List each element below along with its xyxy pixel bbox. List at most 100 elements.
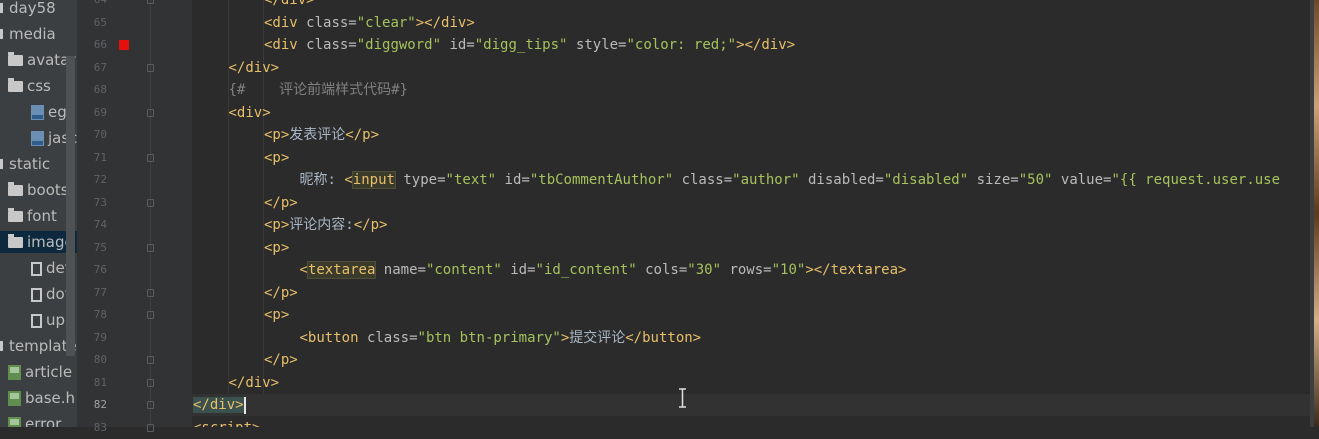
tree-item-media[interactable]: media xyxy=(0,23,56,45)
code-line[interactable]: </p> xyxy=(192,349,1310,371)
code-line[interactable]: <div class="diggword" id="digg_tips" sty… xyxy=(192,34,1310,56)
code-line[interactable]: </p> xyxy=(192,282,1310,304)
code-line[interactable]: <p> xyxy=(192,147,1310,169)
tree-item-css[interactable]: css xyxy=(0,75,51,97)
fold-marker-icon[interactable] xyxy=(147,0,154,4)
tree-scrollbar[interactable] xyxy=(66,56,75,356)
code-token: id= xyxy=(504,172,530,188)
line-number: 65 xyxy=(93,15,107,29)
code-token: <p> xyxy=(264,127,290,143)
code-token: </p> xyxy=(264,284,298,301)
code-line[interactable]: <p>评论内容:</p> xyxy=(192,214,1310,236)
code-line[interactable]: <div class="clear"></div> xyxy=(192,12,1310,34)
fold-marker-icon[interactable] xyxy=(147,356,154,364)
tree-item-error[interactable]: error. xyxy=(0,413,65,427)
code-token: <div xyxy=(264,14,307,31)
text-cursor-icon xyxy=(679,388,686,408)
code-line[interactable]: </div> xyxy=(192,372,1310,394)
tree-item-font[interactable]: font xyxy=(0,205,57,227)
line-number: 81 xyxy=(93,375,107,389)
code-token: "text" xyxy=(445,172,505,188)
tree-item-day58[interactable]: day58 xyxy=(0,0,56,19)
line-number: 73 xyxy=(93,195,107,209)
folder-bar-icon xyxy=(0,29,3,39)
fold-marker-icon[interactable] xyxy=(147,423,154,432)
tree-item-dov[interactable]: dov xyxy=(0,283,74,305)
editor-gutter: 64 65 66 67 68 69 70 71 72 73 74 75 76 77 78 79 80 81 82 83 xyxy=(77,0,192,434)
code-line[interactable]: 昵称: <input type="text" id="tbCommentAuth… xyxy=(192,169,1310,191)
code-token: </div> xyxy=(228,374,280,391)
tree-item-label: static xyxy=(9,155,51,173)
code-token: name= xyxy=(375,262,426,278)
code-token: "btn btn-primary" xyxy=(417,329,561,346)
fold-marker-icon[interactable] xyxy=(147,288,154,297)
code-token: "content" xyxy=(425,262,511,278)
code-token: class= xyxy=(366,329,418,346)
code-token: <script> xyxy=(193,420,260,428)
code-token: <div> xyxy=(228,104,271,121)
code-token: "10" xyxy=(771,262,806,278)
code-token: </div> xyxy=(193,397,244,413)
code-line[interactable]: </div> xyxy=(192,394,1310,416)
code-line[interactable]: {# 评论前端样式代码#} xyxy=(192,79,1310,101)
code-line[interactable]: <script> xyxy=(192,417,1310,428)
fold-marker-icon[interactable] xyxy=(147,198,154,207)
line-number: 71 xyxy=(93,150,107,164)
code-line[interactable]: <div> xyxy=(192,102,1310,124)
fold-marker-icon[interactable] xyxy=(147,108,154,117)
code-token: </p> xyxy=(353,217,388,233)
code-token: style= xyxy=(575,37,627,53)
line-number: 82 xyxy=(93,398,107,411)
fold-marker-icon[interactable] xyxy=(147,243,154,252)
fold-marker-icon[interactable] xyxy=(147,311,154,319)
code-line[interactable]: <p> xyxy=(192,237,1310,259)
tree-item-article[interactable]: article xyxy=(0,361,72,383)
file-icon xyxy=(31,287,42,302)
folder-icon xyxy=(8,52,23,66)
code-line[interactable]: <p> xyxy=(192,304,1310,326)
line-number: 79 xyxy=(93,330,107,344)
tree-item-baseh[interactable]: base.h xyxy=(0,387,75,409)
tree-item-egc[interactable]: egc xyxy=(0,101,75,123)
editor-scrollbar[interactable] xyxy=(1310,0,1319,427)
tree-item-def[interactable]: def xyxy=(0,257,70,279)
tree-item-label: article xyxy=(25,363,73,381)
code-line[interactable]: <button class="btn btn-primary">提交评论</bu… xyxy=(192,327,1310,349)
code-token: <p> xyxy=(264,307,290,323)
css-file-icon xyxy=(31,131,44,146)
code-token: "clear" xyxy=(356,14,416,31)
code-token: </p> xyxy=(345,127,380,143)
code-editor[interactable]: </div> <div class="clear"></div> <div clas… xyxy=(192,0,1310,427)
tree-item-upl[interactable]: upl xyxy=(0,309,69,331)
tree-item-static[interactable]: static xyxy=(0,153,50,175)
tree-item-boots[interactable]: boots xyxy=(0,179,69,201)
folder-icon xyxy=(8,234,23,248)
code-token: 昵称: xyxy=(299,172,345,188)
folder-icon xyxy=(8,208,23,222)
tree-item-label: day58 xyxy=(9,0,56,17)
code-token: class= xyxy=(306,14,357,31)
tree-item-label: base.h xyxy=(25,389,76,407)
code-token: "diggword" xyxy=(356,37,450,53)
line-number: 64 xyxy=(77,0,107,11)
tree-item-label: css xyxy=(27,77,51,95)
code-token: 发表评论 xyxy=(289,127,346,143)
code-token: "30" xyxy=(687,262,730,278)
folder-icon xyxy=(8,182,23,196)
code-token: value= xyxy=(1060,172,1112,188)
tree-item-avatar[interactable]: avatar xyxy=(0,49,76,71)
code-line[interactable]: <p>发表评论</p> xyxy=(192,124,1310,146)
fold-marker-icon[interactable] xyxy=(147,401,154,409)
fold-marker-icon[interactable] xyxy=(147,63,154,72)
fold-marker-icon[interactable] xyxy=(147,153,154,162)
html-file-icon xyxy=(8,417,21,427)
code-line[interactable]: <textarea name="content" id="id_content"… xyxy=(192,259,1310,281)
code-line[interactable]: </p> xyxy=(192,192,1310,214)
code-token: 提交评论 xyxy=(569,329,626,346)
code-line[interactable]: </div> xyxy=(192,57,1310,79)
code-token: disabled= xyxy=(808,172,884,188)
breakpoint-icon[interactable] xyxy=(119,40,129,50)
code-token: < xyxy=(344,172,353,188)
fold-marker-icon[interactable] xyxy=(147,378,154,387)
code-line[interactable]: </div> xyxy=(192,0,1310,11)
